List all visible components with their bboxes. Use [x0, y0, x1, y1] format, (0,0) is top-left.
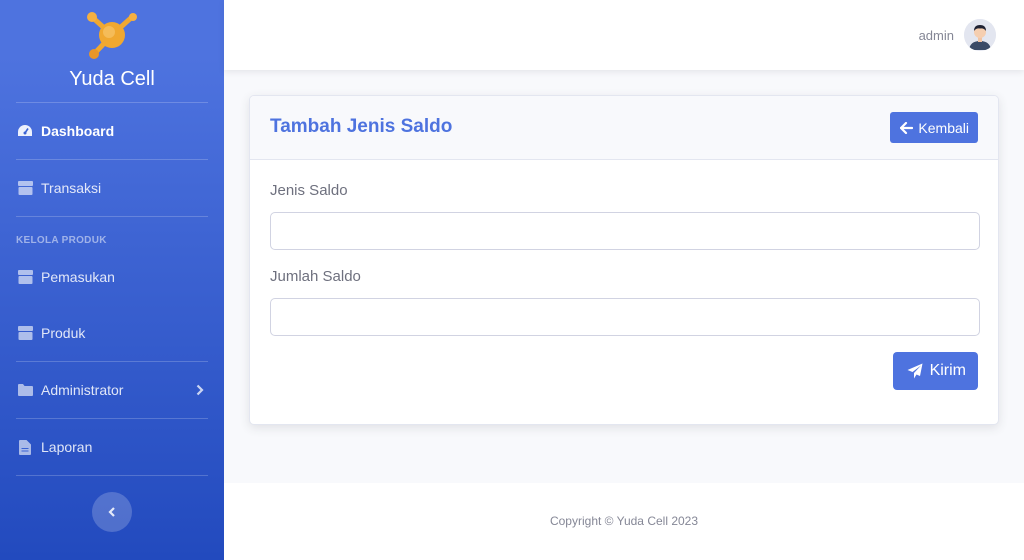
sidebar-item-administrator[interactable]: Administrator	[0, 375, 224, 405]
sidebar-item-label: Transaksi	[41, 180, 102, 196]
sidebar-divider	[16, 216, 208, 217]
sidebar-item-label: Laporan	[41, 439, 93, 455]
sidebar-item-produk[interactable]: Produk	[0, 318, 224, 348]
footer: Copyright © Yuda Cell 2023	[224, 483, 1024, 560]
user-name: admin	[918, 27, 954, 43]
sidebar-item-transaksi[interactable]: Transaksi	[0, 173, 224, 203]
jenis-saldo-label: Jenis Saldo	[270, 182, 348, 199]
chevron-right-icon	[196, 383, 204, 401]
sidebar-item-label: Administrator	[41, 382, 124, 398]
sidebar: Yuda Cell Dashboard Transaksi KELOLA PRO…	[0, 0, 224, 560]
avatar	[964, 19, 996, 51]
logo-icon	[87, 12, 137, 59]
box-icon	[17, 180, 33, 196]
sidebar-item-laporan[interactable]: Laporan	[0, 432, 224, 462]
sidebar-divider	[16, 418, 208, 419]
jumlah-saldo-label: Jumlah Saldo	[270, 268, 361, 285]
sidebar-divider	[16, 102, 208, 103]
box-icon	[17, 269, 33, 285]
jenis-saldo-input[interactable]	[270, 212, 980, 250]
brand-name: Yuda Cell	[69, 68, 155, 90]
sidebar-item-dashboard[interactable]: Dashboard	[0, 116, 224, 146]
dashboard-icon	[17, 123, 33, 139]
sidebar-item-label: Dashboard	[41, 123, 115, 139]
paper-plane-icon	[907, 363, 923, 379]
form-card: Tambah Jenis Saldo Kembali Jenis Saldo J…	[249, 95, 999, 425]
sidebar-divider	[16, 159, 208, 160]
sidebar-item-label: Pemasukan	[41, 269, 115, 285]
back-button[interactable]: Kembali	[890, 112, 978, 143]
brand[interactable]: Yuda Cell	[0, 0, 224, 102]
back-button-label: Kembali	[918, 119, 969, 136]
sidebar-item-pemasukan[interactable]: Pemasukan	[0, 262, 224, 292]
arrow-left-icon	[900, 121, 914, 134]
box-icon	[17, 325, 33, 341]
card-header: Tambah Jenis Saldo Kembali	[250, 96, 998, 160]
chevron-left-icon	[108, 507, 115, 517]
file-icon	[17, 439, 33, 455]
sidebar-divider	[16, 475, 208, 476]
folder-icon	[17, 382, 33, 398]
sidebar-divider	[16, 361, 208, 362]
jumlah-saldo-input[interactable]	[270, 298, 980, 336]
page-title: Tambah Jenis Saldo	[270, 116, 453, 137]
sidebar-item-label: Produk	[41, 325, 86, 341]
copyright-text: Copyright © Yuda Cell 2023	[549, 514, 699, 528]
user-menu[interactable]: admin	[919, 19, 996, 51]
topbar: admin	[224, 0, 1024, 70]
sidebar-toggle-button[interactable]	[92, 492, 132, 532]
submit-button[interactable]: Kirim	[892, 352, 978, 390]
submit-button-label: Kirim	[929, 362, 966, 379]
sidebar-heading: KELOLA PRODUK	[16, 235, 107, 246]
